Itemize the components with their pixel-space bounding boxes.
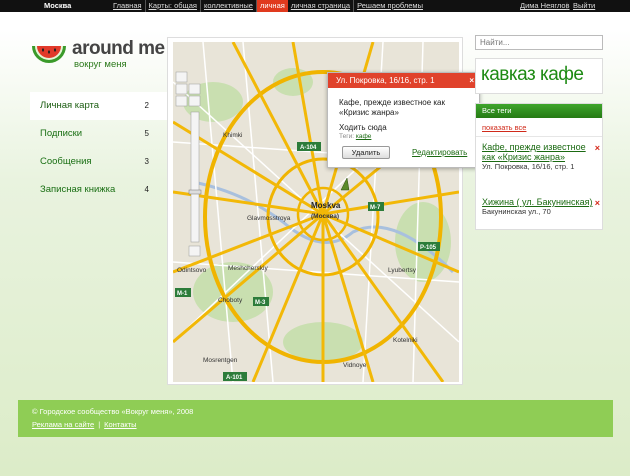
watermelon-logo-icon [32,46,66,63]
entry-link[interactable]: Хижина ( ул. Бакунинская) [482,197,594,207]
topbar-separator: | [566,1,568,10]
label-lyubertsy: Lyubertsy [388,267,417,274]
popup-title: Кафе, прежде известное как «Кризис жанра… [339,98,445,117]
sidebar-item-label: Личная карта [40,100,100,111]
label-kotelniki: Kotelniki [393,337,418,344]
top-nav: Главная Карты: общая коллективные личная… [110,0,426,12]
show-all-link[interactable]: показать все [482,123,526,132]
sidebar-item-personal-map[interactable]: Личная карта 2 [30,92,167,120]
nav-solve-problems[interactable]: Решаем проблемы [354,0,426,12]
label-odintsovo: Odintsovo [177,267,207,274]
top-bar: Москва Главная Карты: общая коллективные… [0,0,630,12]
pan-left-button[interactable] [175,83,188,95]
shield-a104: A-104 [300,145,317,151]
pan-down-button[interactable] [175,95,188,107]
place-title: кавказ кафе [481,64,584,85]
label-moskva: Moskva [311,201,341,210]
divider [476,136,602,137]
copyright: © Городское сообщество «Вокруг меня», 20… [32,407,194,416]
popup-tag-link[interactable]: кафе [356,133,372,140]
entry-link[interactable]: Кафе, прежде известное как «Кризис жанра… [482,142,594,162]
list-item: Кафе, прежде известное как «Кризис жанра… [482,142,600,172]
footer-link-ads[interactable]: Реклама на сайте [32,420,94,429]
shield-m7: M-7 [370,205,381,211]
nav-maps-collective[interactable]: коллективные [201,0,257,12]
sidebar-item-count: 5 [144,129,149,138]
close-icon[interactable]: × [469,73,474,88]
delete-button[interactable]: Удалить [342,146,390,159]
label-khimki: Khimki [223,132,243,139]
edit-link[interactable]: Редактировать [412,148,467,157]
footer-link-contacts[interactable]: Контакты [104,420,136,429]
sidebar-item-notebook[interactable]: Записная книжка 4 [30,176,167,204]
tags-panel-header: Все теги [476,104,602,118]
sidebar-item-messages[interactable]: Сообщения 3 [30,148,167,176]
shield-p105: P-105 [420,245,437,251]
zoom-slider-handle[interactable] [188,189,202,195]
popup-address: Ул. Покровка, 16/16, стр. 1 [336,76,435,85]
sidebar-item-count: 4 [144,185,149,194]
label-mosrentgen: Mosrentgen [203,357,238,364]
footer-links: Реклама на сайте | Контакты [32,420,137,429]
nav-maps-personal[interactable]: личная [256,0,288,12]
pan-up-button[interactable] [175,71,188,83]
popup-goto: Ходить сюда [339,123,387,132]
sidebar-item-count: 3 [144,157,149,166]
nav-home[interactable]: Главная [110,0,146,12]
label-chobotu: Chobotу [218,297,243,304]
entry-address: Ул. Покровка, 16/16, стр. 1 [482,162,575,171]
footer: © Городское сообщество «Вокруг меня», 20… [18,400,613,437]
logo-subtitle: вокруг меня [74,59,127,70]
map-info-popup: Ул. Покровка, 16/16, стр. 1 × Кафе, преж… [327,72,480,168]
remove-icon[interactable]: × [595,198,600,208]
nav-maps-general[interactable]: Карты: общая [146,0,201,12]
sidebar-item-subscriptions[interactable]: Подписки 5 [30,120,167,148]
zoom-out-button[interactable] [188,245,201,257]
user-link[interactable]: Дима Неяглов [520,0,570,12]
zoom-slider-track[interactable] [190,111,200,243]
zoom-in-button[interactable] [188,95,201,107]
tags-panel: Все теги показать все Кафе, прежде извес… [475,103,603,230]
search-input[interactable] [475,35,603,50]
label-vidnoye: Vidnoye [343,362,367,369]
remove-icon[interactable]: × [595,143,600,153]
popup-tags: Теги: кафе [339,133,371,140]
place-title-box: кавказ кафе [475,58,603,94]
sidebar-item-label: Записная книжка [40,184,116,195]
label-moskva-ru: (Москва) [311,213,339,220]
sidebar-item-label: Сообщения [40,156,92,167]
label-meshcherskiy: Meshcherskiy [228,265,268,272]
shield-m3: M-3 [255,300,266,306]
sidebar-menu: Личная карта 2 Подписки 5 Сообщения 3 За… [30,92,167,204]
sidebar-item-count: 2 [144,101,149,110]
footer-separator: | [98,420,101,429]
popup-header: Ул. Покровка, 16/16, стр. 1 × [328,73,479,88]
city-selector[interactable]: Москва [44,0,71,12]
pan-right-button[interactable] [188,83,201,95]
popup-tags-label: Теги: [339,133,355,140]
logo-name: around me [72,38,165,59]
list-item: Хижина ( ул. Бакунинская) Бакунинская ул… [482,197,600,217]
nav-personal-page[interactable]: личная страница [288,0,355,12]
shield-m1: M-1 [177,291,188,297]
entry-address: Бакунинская ул., 70 [482,207,551,216]
shield-a101: A-101 [226,375,243,381]
sidebar-item-label: Подписки [40,128,83,139]
logout-link[interactable]: Выйти [573,0,595,12]
label-glavmosstroya: Glavmosstroya [247,215,291,222]
